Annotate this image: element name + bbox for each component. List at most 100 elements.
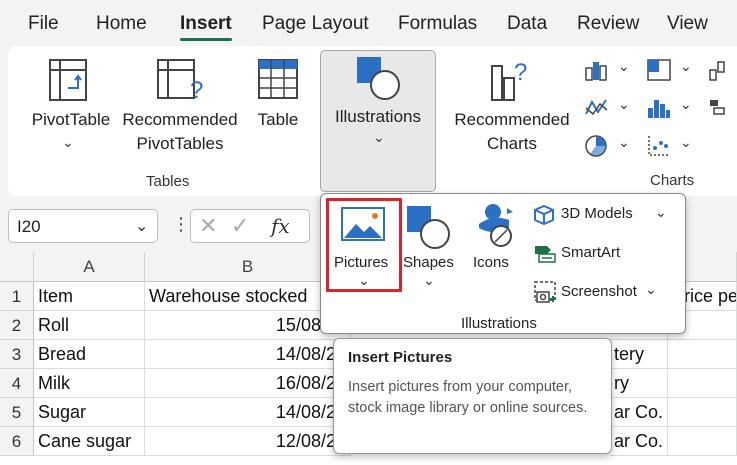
insert-function-icon[interactable]: fx (271, 214, 290, 238)
chevron-down-icon: ⌄ (423, 272, 435, 288)
cell-a[interactable]: Sugar (34, 398, 145, 427)
illustrations-button[interactable]: Illustrations ⌄ (320, 50, 436, 192)
cell-a[interactable]: Bread (34, 340, 145, 369)
recommended-pivottables-button[interactable]: ? Recommended PivotTables (118, 56, 242, 160)
chevron-down-icon: ⌄ (645, 281, 657, 297)
cell-a[interactable]: Roll (34, 311, 145, 340)
column-header-a[interactable]: A (34, 252, 145, 282)
recommended-charts-icon: ? (491, 59, 527, 101)
ribbon-tabs: File Home Insert Page Layout Formulas Da… (0, 0, 737, 46)
tab-view[interactable]: View (667, 13, 708, 35)
combo-chart-icon (710, 100, 725, 115)
chevron-down-icon: ⌄ (135, 218, 149, 235)
row-header[interactable]: 4 (0, 369, 34, 398)
screenshot-icon (534, 281, 556, 303)
table-icon (258, 59, 298, 99)
tab-formulas[interactable]: Formulas (398, 13, 477, 35)
cell-b[interactable]: 12/08/20 (145, 427, 351, 456)
3d-models-label: 3D Models (561, 205, 633, 222)
waterfall-chart-button[interactable] (708, 58, 737, 84)
recommended-charts-button[interactable]: ? Recommended Charts (450, 56, 574, 160)
row-header[interactable]: 2 (0, 311, 34, 340)
row-header[interactable]: 5 (0, 398, 34, 427)
chevron-down-icon: ⌄ (680, 58, 692, 74)
active-tab-indicator (180, 38, 232, 41)
enter-icon[interactable]: ✓ (231, 213, 249, 239)
pictures-highlight-box (326, 198, 402, 292)
chevron-down-icon: ⌄ (655, 204, 667, 220)
recommended-pivot-icon: ? (157, 59, 203, 104)
chevron-down-icon: ⌄ (373, 129, 385, 145)
scatter-chart-button[interactable]: ⌄ (646, 134, 694, 160)
cell-d[interactable] (668, 369, 737, 398)
screenshot-label: Screenshot (561, 283, 637, 300)
cell-d[interactable] (668, 398, 737, 427)
column-chart-button[interactable]: ⌄ (584, 58, 632, 84)
more-options-icon[interactable]: ⋮ (172, 214, 190, 235)
cell-a[interactable]: Item (34, 282, 145, 311)
cell-d[interactable] (668, 340, 737, 369)
pie-chart-button[interactable]: ⌄ (584, 134, 632, 160)
smartart-label: SmartArt (561, 244, 621, 261)
row-header[interactable]: 1 (0, 282, 34, 311)
icons-button[interactable]: Icons (465, 198, 521, 278)
cell-c[interactable]: ar Co. (610, 427, 668, 456)
tab-page-layout[interactable]: Page Layout (262, 13, 369, 35)
name-box-value: I20 (17, 217, 41, 236)
charts-group-label: Charts (650, 172, 695, 189)
chevron-down-icon: ⌄ (680, 96, 692, 112)
3d-models-button[interactable]: 3D Models ⌄ (531, 202, 681, 228)
cell-b[interactable]: 16/08/20 (145, 369, 351, 398)
insert-pictures-tooltip: Insert Pictures Insert pictures from you… (333, 338, 612, 454)
screenshot-button[interactable]: Screenshot ⌄ (531, 278, 671, 306)
tab-data[interactable]: Data (507, 13, 547, 35)
pie-chart-icon (585, 135, 607, 157)
tooltip-title: Insert Pictures (348, 349, 453, 366)
pivot-table-button[interactable]: PivotTable ⌄ (24, 56, 116, 160)
line-chart-icon (585, 99, 608, 116)
line-chart-button[interactable]: ⌄ (584, 96, 632, 122)
chevron-down-icon: ⌄ (618, 58, 630, 74)
statistic-chart-button[interactable]: ⌄ (646, 96, 694, 122)
cell-a[interactable]: Cane sugar (34, 427, 145, 456)
tab-insert[interactable]: Insert (180, 13, 232, 35)
cell-c[interactable]: ry (610, 369, 668, 398)
chevron-down-icon: ⌄ (680, 134, 692, 150)
cancel-icon[interactable]: ✕ (199, 213, 217, 239)
cube-icon (534, 204, 554, 226)
hierarchy-chart-icon (647, 59, 671, 81)
icons-label: Icons (473, 254, 509, 271)
recommended-pivot-label-1: Recommended (122, 110, 238, 129)
chevron-down-icon: ⌄ (618, 96, 630, 112)
svg-text:?: ? (190, 77, 203, 104)
cell-c[interactable]: ar Co. (610, 398, 668, 427)
chevron-down-icon: ⌄ (618, 134, 630, 150)
tab-home[interactable]: Home (96, 13, 147, 35)
cell-b[interactable]: 14/08/20 (145, 340, 351, 369)
waterfall-chart-icon (709, 61, 725, 81)
formula-bar-buttons: ✕ ✓ fx (190, 209, 310, 243)
cell-d[interactable] (668, 427, 737, 456)
hierarchy-chart-button[interactable]: ⌄ (646, 58, 694, 84)
tooltip-body: Insert pictures from your computer, stoc… (348, 379, 588, 416)
svg-text:?: ? (514, 59, 527, 86)
row-header[interactable]: 3 (0, 340, 34, 369)
recommended-charts-label-2: Charts (486, 134, 538, 153)
recommended-pivot-label-2: PivotTables (136, 134, 224, 153)
smartart-button[interactable]: SmartArt (531, 240, 651, 266)
shapes-button[interactable]: Shapes ⌄ (401, 198, 457, 292)
combo-chart-button[interactable] (708, 96, 737, 122)
cell-b[interactable]: 14/08/20 (145, 398, 351, 427)
smartart-icon (535, 246, 556, 263)
illustrations-group-label: Illustrations (461, 315, 537, 332)
name-box[interactable]: I20 ⌄ (8, 209, 158, 243)
scatter-chart-icon (648, 136, 670, 156)
cell-a[interactable]: Milk (34, 369, 145, 398)
table-button[interactable]: Table (250, 56, 306, 160)
tab-file[interactable]: File (28, 13, 59, 35)
tab-review[interactable]: Review (577, 13, 639, 35)
select-all-corner[interactable] (0, 252, 34, 282)
cell-c[interactable]: tery (610, 340, 668, 369)
row-header[interactable]: 6 (0, 427, 34, 456)
chevron-down-icon: ⌄ (62, 134, 74, 150)
